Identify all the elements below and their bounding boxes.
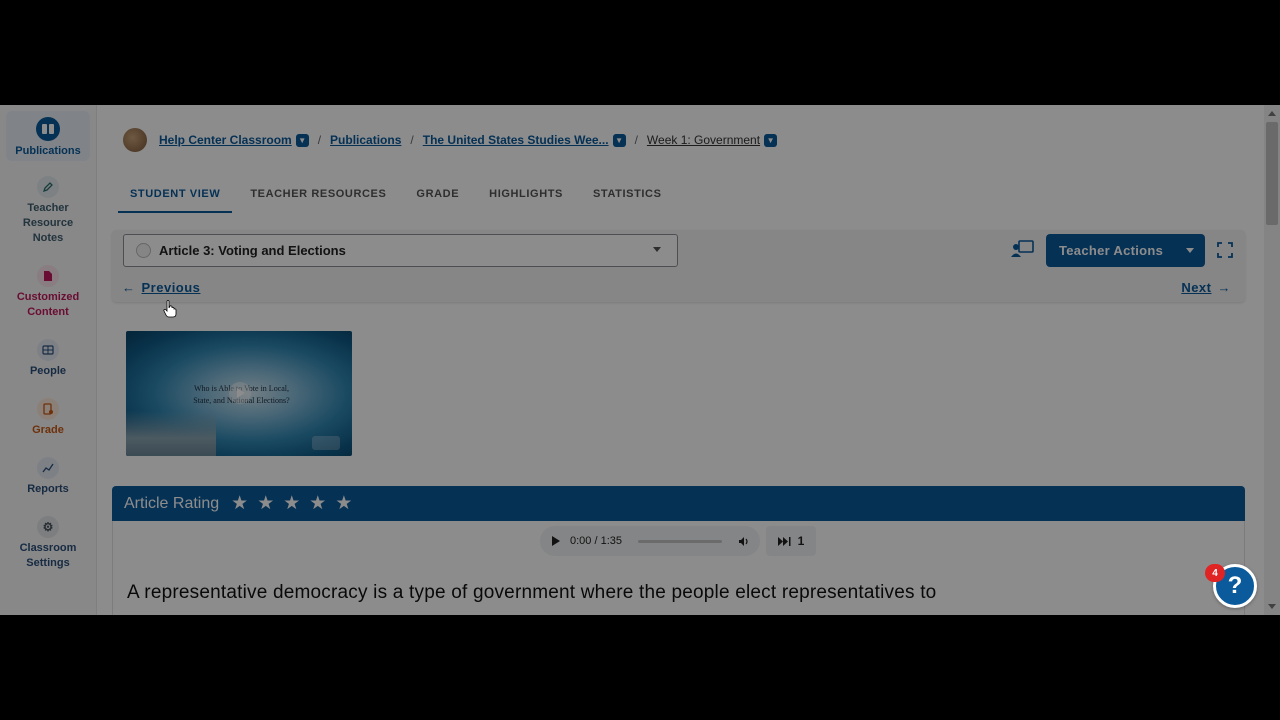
arrow-left-icon: ← xyxy=(122,280,136,295)
question-mark-icon: ? xyxy=(1227,572,1243,599)
city-skyline-image xyxy=(126,411,216,456)
sidebar-item-label: Classroom Settings xyxy=(19,542,77,569)
audio-time: 0:00 / 1:35 xyxy=(570,535,622,547)
app-viewport: Publications Teacher Resource Notes Cust… xyxy=(0,105,1280,615)
sidebar: Publications Teacher Resource Notes Cust… xyxy=(0,105,97,615)
caret-down-icon xyxy=(1186,248,1194,253)
caret-down-icon xyxy=(653,247,661,252)
scroll-up-icon[interactable] xyxy=(1268,111,1276,116)
article-toolbar: Article 3: Voting and Elections Teacher … xyxy=(112,230,1245,302)
star-icon[interactable]: ★ xyxy=(231,492,248,515)
volume-icon[interactable] xyxy=(738,536,750,547)
hand-cursor-icon xyxy=(163,300,177,318)
star-icon[interactable]: ★ xyxy=(257,492,274,515)
article-select[interactable]: Article 3: Voting and Elections xyxy=(123,234,678,267)
sidebar-item-label: Reports xyxy=(27,483,69,495)
fast-forward-icon xyxy=(777,536,791,546)
tab-grade[interactable]: GRADE xyxy=(404,183,471,213)
tab-highlights[interactable]: HIGHLIGHTS xyxy=(477,183,575,213)
article-rating-bar: Article Rating ★ ★ ★ ★ ★ xyxy=(112,486,1245,521)
breadcrumb-publications[interactable]: Publications xyxy=(330,133,401,147)
sidebar-item-label: Publications xyxy=(15,145,81,157)
next-article-link[interactable]: Next → xyxy=(1181,280,1231,295)
sidebar-item-label: Grade xyxy=(32,424,64,436)
breadcrumb-separator: / xyxy=(317,133,322,147)
breadcrumb-publication[interactable]: The United States Studies Wee... xyxy=(423,133,609,147)
notification-badge: 4 xyxy=(1205,564,1225,582)
breadcrumb-separator: / xyxy=(410,133,414,147)
people-icon xyxy=(37,339,59,361)
chevron-down-icon[interactable]: ▼ xyxy=(612,133,626,147)
tab-student-view[interactable]: STUDENT VIEW xyxy=(118,183,233,213)
sidebar-item-customized-content[interactable]: Customized Content xyxy=(6,265,90,320)
sidebar-item-reports[interactable]: Reports xyxy=(6,457,90,497)
classroom-avatar xyxy=(123,128,147,152)
star-icon[interactable]: ★ xyxy=(335,492,352,515)
breadcrumb-separator: / xyxy=(634,133,638,147)
page-scrollbar[interactable] xyxy=(1264,105,1280,615)
sidebar-item-people[interactable]: People xyxy=(6,339,90,379)
previous-article-link[interactable]: ← Previous xyxy=(122,280,200,295)
tab-statistics[interactable]: STATISTICS xyxy=(581,183,674,213)
playback-speed-value: 1 xyxy=(797,534,805,548)
breadcrumb: Help Center Classroom ▼ / Publications /… xyxy=(123,128,778,152)
article-select-value: Article 3: Voting and Elections xyxy=(159,243,346,258)
sidebar-item-teacher-resource-notes[interactable]: Teacher Resource Notes xyxy=(6,176,90,246)
sidebar-item-grade[interactable]: Grade xyxy=(6,398,90,438)
pen-icon xyxy=(37,176,59,198)
line-chart-icon xyxy=(37,457,59,479)
breadcrumb-classroom[interactable]: Help Center Classroom xyxy=(159,133,292,147)
chevron-down-icon[interactable]: ▼ xyxy=(295,133,309,147)
play-icon[interactable] xyxy=(229,382,251,404)
previous-label: Previous xyxy=(141,280,201,295)
publisher-logo xyxy=(312,436,340,450)
article-text: A representative democracy is a type of … xyxy=(127,582,937,603)
article-rating-label: Article Rating xyxy=(124,494,220,512)
teacher-actions-button[interactable]: Teacher Actions xyxy=(1046,234,1205,267)
play-icon[interactable] xyxy=(552,536,560,546)
playback-speed-control[interactable]: 1 xyxy=(766,526,816,556)
sidebar-item-publications[interactable]: Publications xyxy=(6,111,90,161)
gradebook-icon xyxy=(37,398,59,420)
tab-bar: STUDENT VIEW TEACHER RESOURCES GRADE HIG… xyxy=(118,183,680,213)
star-icon[interactable]: ★ xyxy=(283,492,300,515)
scrollbar-thumb[interactable] xyxy=(1266,122,1278,225)
fullscreen-icon[interactable] xyxy=(1217,242,1233,258)
gear-icon: ⚙ xyxy=(37,516,59,538)
tab-teacher-resources[interactable]: TEACHER RESOURCES xyxy=(238,183,398,213)
document-icon xyxy=(37,265,59,287)
scroll-down-icon[interactable] xyxy=(1268,604,1276,609)
article-status-icon xyxy=(136,243,151,258)
sidebar-item-label: Customized Content xyxy=(16,291,80,318)
presenter-icon[interactable] xyxy=(1010,239,1034,259)
sidebar-item-classroom-settings[interactable]: ⚙ Classroom Settings xyxy=(6,516,90,571)
audio-player[interactable]: 0:00 / 1:35 xyxy=(540,526,760,556)
sidebar-item-label: People xyxy=(29,365,67,377)
next-label: Next xyxy=(1181,280,1212,295)
audio-progress-track[interactable] xyxy=(638,539,722,543)
chevron-down-icon[interactable]: ▼ xyxy=(764,133,778,147)
teacher-actions-label: Teacher Actions xyxy=(1059,243,1164,258)
book-icon xyxy=(36,117,60,141)
star-icon[interactable]: ★ xyxy=(309,492,326,515)
breadcrumb-week[interactable]: Week 1: Government xyxy=(647,133,760,147)
video-thumbnail[interactable]: Who is Able to Vote in Local, State, and… xyxy=(126,331,352,456)
sidebar-item-label: Teacher Resource Notes xyxy=(22,202,74,244)
arrow-right-icon: → xyxy=(1217,280,1231,295)
